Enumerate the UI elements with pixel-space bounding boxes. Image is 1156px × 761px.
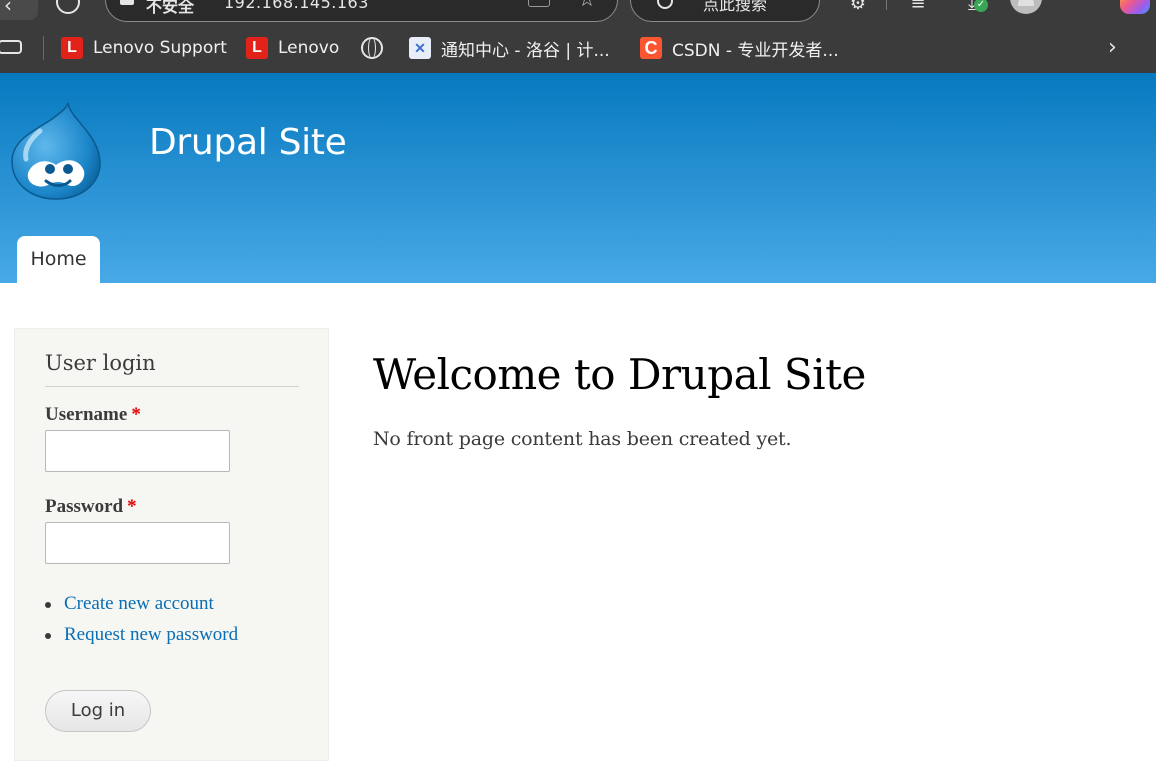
bookmark-label: Lenovo Support — [93, 38, 227, 58]
list-item: Request new password — [45, 622, 238, 653]
password-input[interactable] — [45, 522, 230, 564]
bookmark-label: Lenovo — [278, 38, 340, 58]
browser-search-box[interactable]: 点此搜索 — [630, 0, 820, 22]
reader-mode-icon[interactable] — [528, 0, 550, 7]
copilot-icon[interactable] — [1120, 0, 1150, 14]
password-label: Password * — [45, 496, 137, 518]
luogu-icon: ✕ — [409, 37, 431, 59]
username-label: Username * — [45, 404, 141, 426]
required-marker: * — [131, 404, 141, 425]
browser-toolbar: ‹ 不安全 192.168.145.163 ☆ 点此搜索 ⚙ ≡ ⤓ ✓ — [0, 0, 1156, 24]
refresh-icon[interactable] — [56, 0, 80, 14]
bookmark-globe[interactable] — [361, 36, 393, 60]
collections-icon[interactable] — [0, 40, 22, 54]
download-complete-icon: ✓ — [974, 0, 988, 12]
security-status[interactable]: 不安全 — [146, 0, 194, 17]
profile-avatar[interactable] — [1010, 0, 1042, 14]
user-login-block: User login Username * Password * Create ne… — [14, 328, 329, 761]
block-title: User login — [45, 351, 156, 375]
block-divider — [45, 386, 299, 387]
csdn-icon: C — [640, 37, 662, 59]
warning-lock-icon — [120, 0, 134, 5]
bullet — [45, 602, 51, 608]
drupal-logo[interactable] — [10, 101, 102, 201]
bookmark-luogu[interactable]: ✕ 通知中心 - 洛谷 | 计... — [409, 36, 610, 61]
bookmark-label: 通知中心 - 洛谷 | 计... — [441, 40, 610, 61]
create-account-link[interactable]: Create new account — [64, 593, 214, 614]
chevron-right-icon[interactable]: › — [1108, 36, 1117, 60]
browser-chrome: ‹ 不安全 192.168.145.163 ☆ 点此搜索 ⚙ ≡ ⤓ ✓ L L… — [0, 0, 1156, 73]
site-header: Drupal Site Home — [0, 73, 1156, 283]
toolbar-divider — [886, 0, 887, 10]
address-bar[interactable]: 不安全 192.168.145.163 ☆ — [105, 0, 618, 22]
bullet — [45, 633, 51, 639]
favorites-list-icon[interactable]: ≡ — [906, 0, 930, 16]
url-text[interactable]: 192.168.145.163 — [224, 0, 369, 12]
favorite-star-icon[interactable]: ☆ — [578, 0, 596, 9]
login-links: Create new account Request new password — [45, 591, 238, 653]
bookmark-lenovo[interactable]: L Lenovo — [246, 36, 339, 60]
username-input[interactable] — [45, 430, 230, 472]
search-icon — [657, 0, 673, 9]
list-item: Create new account — [45, 591, 238, 622]
bookmark-csdn[interactable]: C CSDN - 专业开发者... — [640, 36, 839, 61]
extensions-icon[interactable]: ⚙ — [846, 0, 870, 16]
nav-tab-label: Home — [30, 248, 87, 270]
search-placeholder: 点此搜索 — [703, 0, 768, 14]
site-name[interactable]: Drupal Site — [149, 122, 347, 163]
username-label-text: Username — [45, 404, 128, 425]
password-label-text: Password — [45, 496, 124, 517]
request-password-link[interactable]: Request new password — [64, 624, 238, 645]
lenovo-icon: L — [61, 37, 83, 59]
lenovo-icon: L — [246, 37, 268, 59]
bookmark-lenovo-support[interactable]: L Lenovo Support — [61, 36, 227, 60]
back-arrow-icon: ‹ — [4, 0, 12, 17]
bookmark-label: CSDN - 专业开发者... — [672, 40, 839, 61]
bookmarks-bar: L Lenovo Support L Lenovo ✕ 通知中心 - 洛谷 | … — [0, 24, 1156, 73]
globe-icon — [361, 37, 383, 59]
bookmarks-divider — [43, 36, 44, 60]
empty-front-page-message: No front page content has been created y… — [373, 428, 792, 450]
back-button[interactable]: ‹ — [0, 0, 38, 20]
required-marker: * — [127, 496, 137, 517]
log-in-button[interactable]: Log in — [45, 690, 151, 732]
page-title: Welcome to Drupal Site — [373, 350, 866, 399]
nav-tab-home[interactable]: Home — [17, 236, 100, 283]
